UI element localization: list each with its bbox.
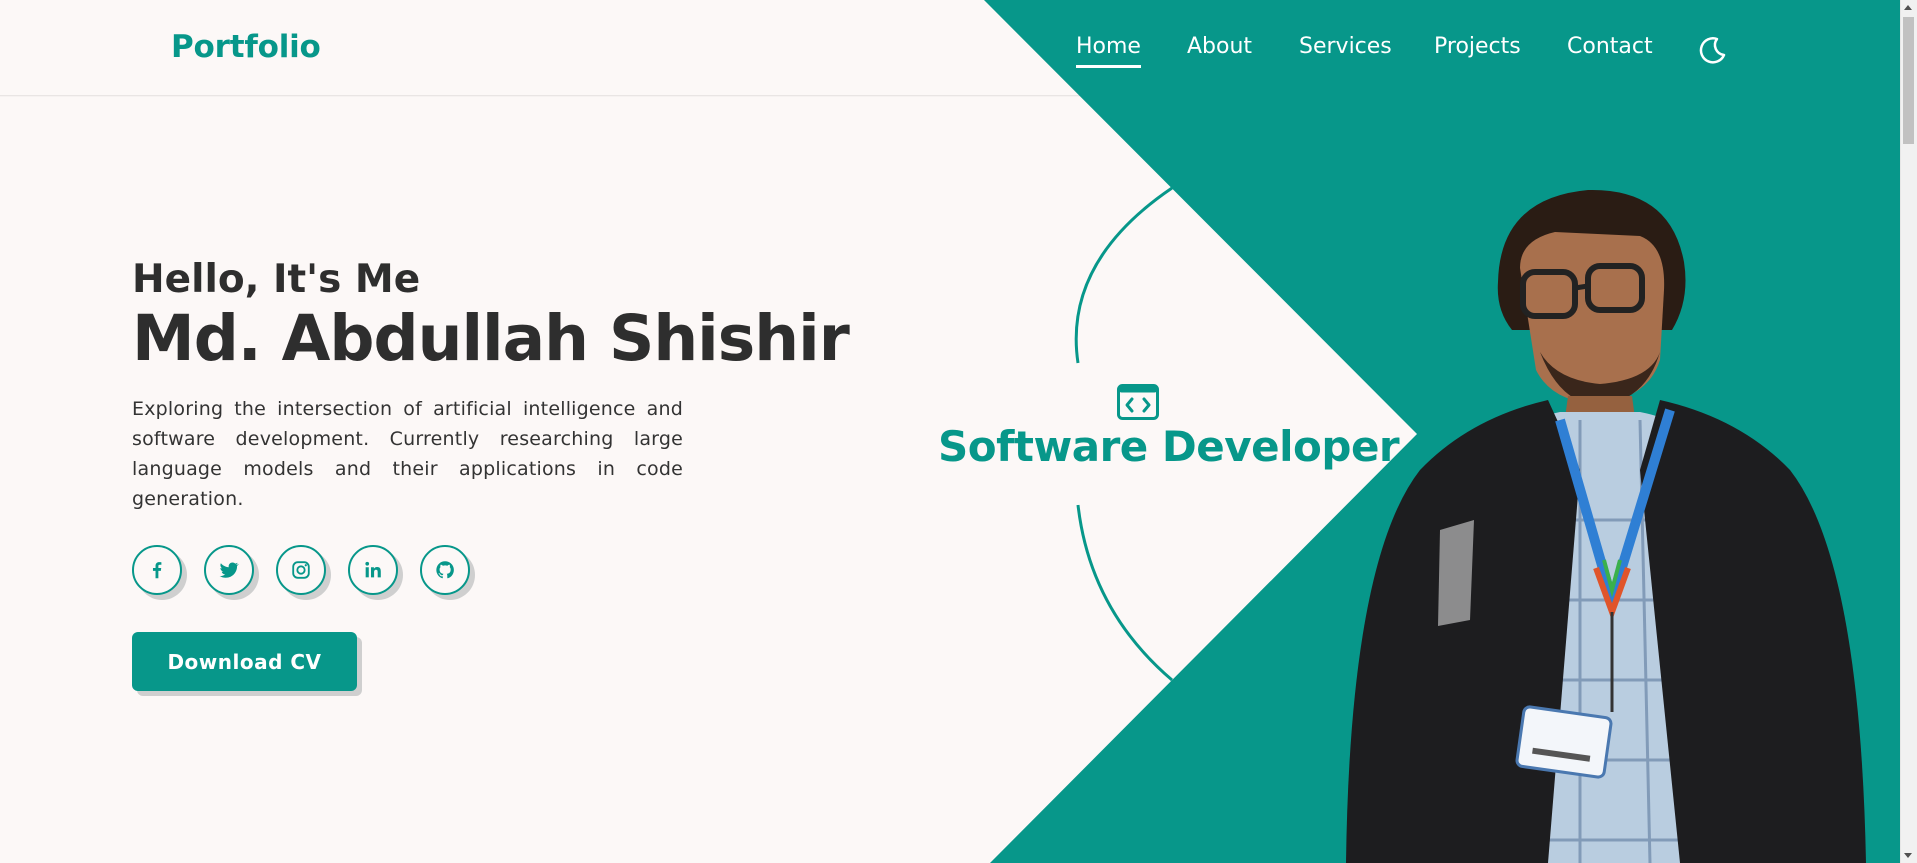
hero-description: Exploring the intersection of artificial… [132, 398, 683, 510]
header-shadow [0, 95, 1080, 97]
site-header: Portfolio Home About Services Projects C… [0, 0, 1900, 97]
twitter-icon [219, 562, 240, 578]
role-title: Software Developer [938, 422, 1400, 471]
github-link[interactable] [420, 545, 470, 595]
github-icon [436, 561, 454, 579]
download-cv-button[interactable]: Download CV [132, 632, 357, 691]
facebook-icon [152, 562, 162, 579]
linkedin-link[interactable] [348, 545, 398, 595]
nav-contact[interactable]: Contact [1567, 34, 1653, 59]
code-window-icon [1117, 384, 1159, 420]
instagram-icon [292, 561, 310, 579]
nav-services[interactable]: Services [1299, 34, 1392, 59]
linkedin-icon [365, 561, 381, 578]
scroll-up-arrow[interactable] [1904, 5, 1912, 10]
profile-photo [1346, 189, 1866, 863]
nav-home[interactable]: Home [1076, 34, 1141, 68]
hero-greeting: Hello, It's Me [132, 257, 421, 302]
facebook-link[interactable] [132, 545, 182, 595]
instagram-link[interactable] [276, 545, 326, 595]
hero-name: Md. Abdullah Shishir [132, 302, 850, 375]
scrollbar-thumb[interactable] [1903, 17, 1914, 144]
scroll-down-arrow[interactable] [1904, 853, 1912, 858]
moon-icon[interactable] [1697, 34, 1729, 66]
site-logo[interactable]: Portfolio [171, 29, 321, 65]
nav-projects[interactable]: Projects [1434, 34, 1521, 59]
twitter-link[interactable] [204, 545, 254, 595]
nav-about[interactable]: About [1187, 34, 1252, 59]
